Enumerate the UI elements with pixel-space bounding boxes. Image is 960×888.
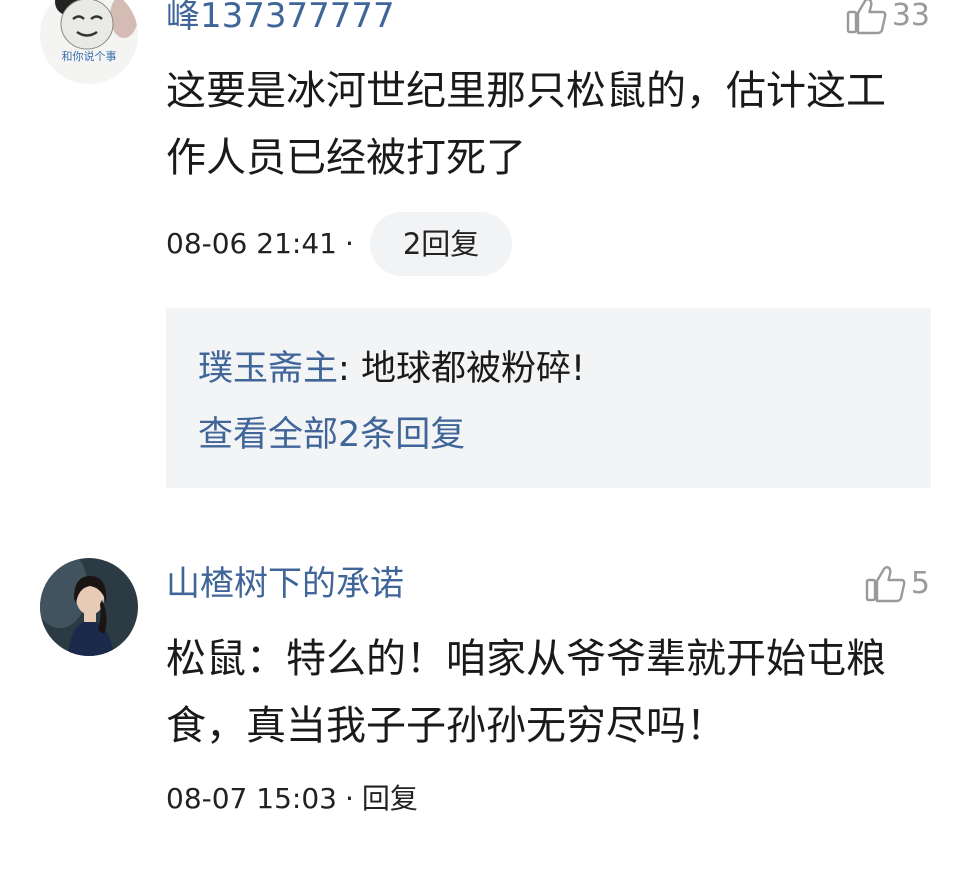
- avatar[interactable]: [40, 558, 138, 656]
- comment-text: 松鼠：特么的！咱家从爷爷辈就开始屯粮食，真当我子子孙孙无穷尽吗！: [166, 636, 886, 749]
- panda-meme-avatar-icon: 和你说个事: [40, 0, 138, 84]
- reply-button[interactable]: 回复: [362, 782, 418, 816]
- like-button[interactable]: 33: [844, 0, 930, 36]
- avatar[interactable]: 和你说个事: [40, 0, 138, 84]
- reply-author[interactable]: 璞玉斋主: [198, 349, 338, 389]
- comment-item: 山楂树下的承诺 5 松鼠：特么的！咱家从爷爷辈就开始屯粮食，真当我子子孙孙无穷尽…: [0, 540, 960, 840]
- like-count: 33: [891, 0, 930, 33]
- comment-time: 08-07 15:03: [166, 782, 337, 815]
- thumbs-up-icon: [846, 0, 887, 35]
- like-count: 5: [910, 566, 930, 601]
- portrait-avatar-icon: [40, 558, 138, 656]
- comment-item: 和你说个事 峰137377777 33 这要是冰河世纪里那只松鼠的，估计这工作人…: [0, 0, 960, 500]
- reply-preview: 璞玉斋主: 地球都被粉碎!: [198, 348, 585, 390]
- meta-separator: ·: [344, 227, 354, 260]
- comment-username[interactable]: 峰137377777: [166, 0, 395, 36]
- avatar-caption: 和你说个事: [62, 49, 117, 63]
- reply-button[interactable]: 2回复: [369, 212, 513, 276]
- comment-username[interactable]: 山楂树下的承诺: [166, 564, 404, 604]
- reply-colon: :: [338, 349, 350, 389]
- thumbs-up-icon: [865, 566, 906, 603]
- reply-preview-box[interactable]: 璞玉斋主: 地球都被粉碎! 查看全部2条回复: [166, 308, 931, 488]
- like-button[interactable]: 5: [863, 564, 930, 604]
- view-all-replies-link[interactable]: 查看全部2条回复: [198, 414, 465, 456]
- comment-text: 这要是冰河世纪里那只松鼠的，估计这工作人员已经被打死了: [166, 68, 886, 181]
- comment-time: 08-06 21:41: [166, 227, 337, 260]
- comment-meta: 08-07 15:03 · 回复: [166, 782, 418, 816]
- comment-meta: 08-06 21:41 · 2回复: [166, 212, 513, 276]
- reply-text: 地球都被粉碎!: [349, 349, 585, 389]
- meta-separator: ·: [344, 782, 354, 815]
